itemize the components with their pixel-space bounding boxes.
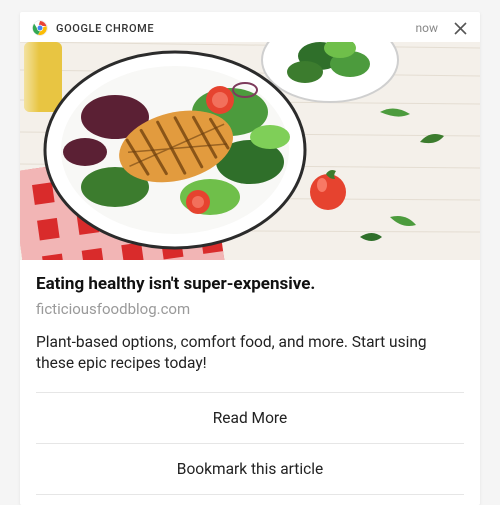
notification-source: ficticiousfoodblog.com [36,300,464,318]
notification-header: GOOGLE CHROME now [20,12,480,42]
app-name: GOOGLE CHROME [56,22,154,35]
close-icon[interactable] [452,20,468,36]
notification-title: Eating healthy isn't super-expensive. [36,274,464,294]
notification-content: Eating healthy isn't super-expensive. fi… [20,260,480,392]
notification-image [20,42,480,260]
bookmark-button[interactable]: Bookmark this article [36,443,464,495]
notification-actions: Read More Bookmark this article [20,392,480,505]
notification-body: Plant-based options, comfort food, and m… [36,332,464,374]
notification-time: now [416,21,439,35]
push-notification: GOOGLE CHROME now [20,12,480,505]
read-more-button[interactable]: Read More [36,392,464,443]
chrome-icon [32,20,48,36]
